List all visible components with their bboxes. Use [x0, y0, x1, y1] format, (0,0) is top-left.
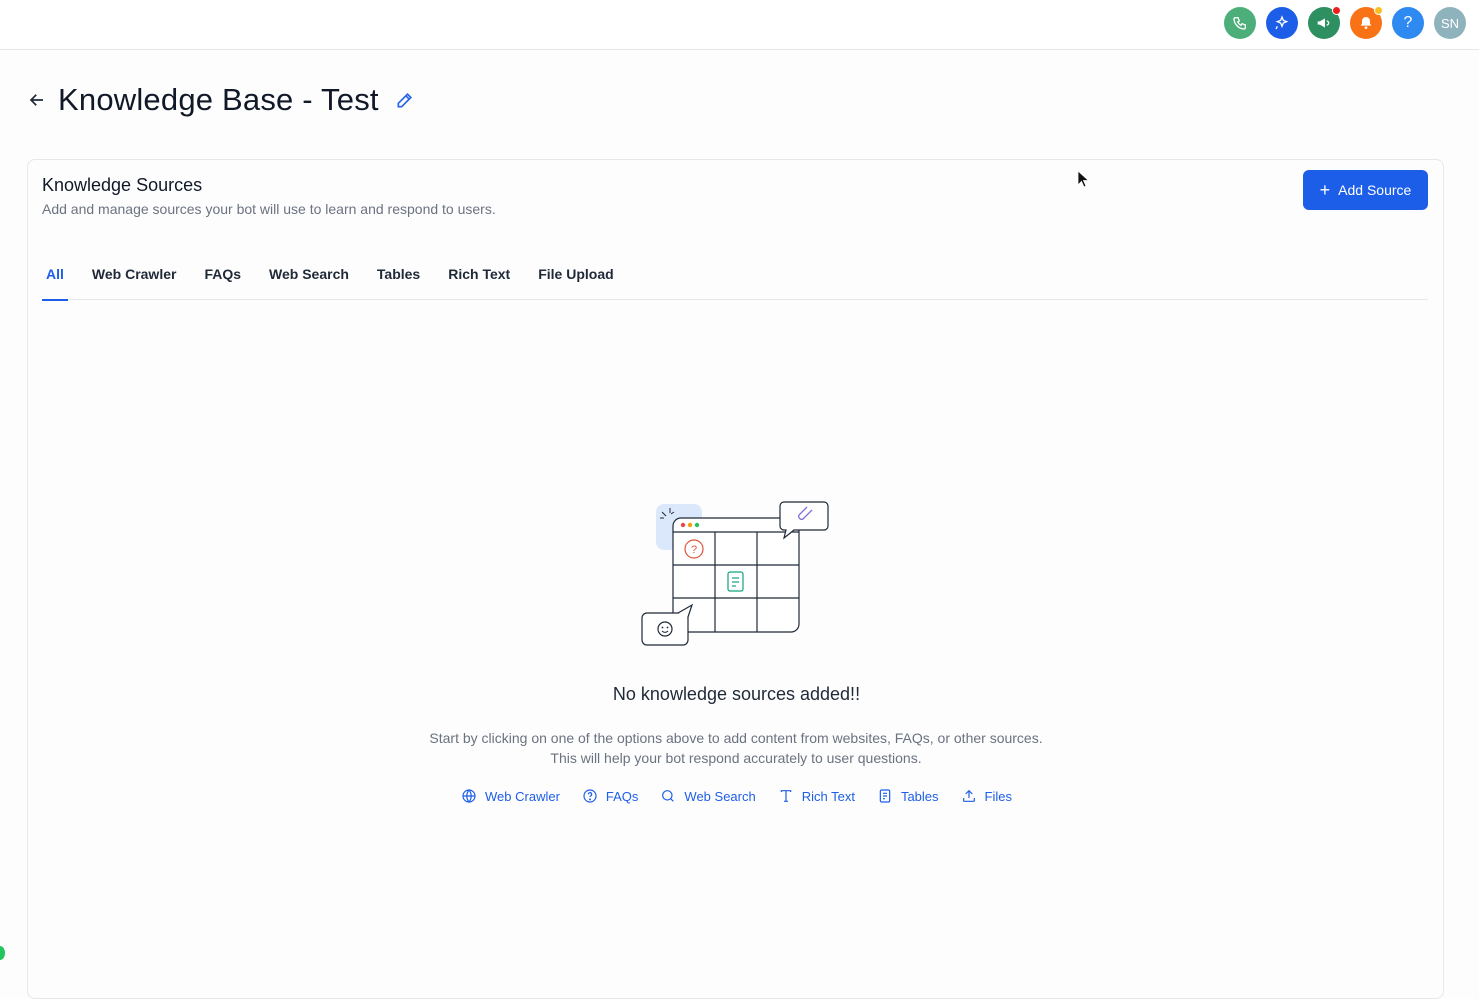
back-button[interactable]	[28, 91, 46, 109]
globe-icon	[462, 789, 476, 803]
top-bar: ? SN	[0, 0, 1479, 50]
quick-link-label: Web Crawler	[485, 788, 560, 804]
tab-file-upload[interactable]: File Upload	[524, 256, 627, 300]
quick-link-tables[interactable]: Tables	[877, 788, 939, 804]
ai-assistant-button[interactable]	[1266, 7, 1298, 39]
phone-icon	[1233, 17, 1246, 30]
arrow-left-icon	[29, 94, 43, 106]
tab-rich-text[interactable]: Rich Text	[434, 256, 524, 300]
upload-icon	[962, 789, 975, 802]
quick-link-files[interactable]: Files	[961, 788, 1012, 804]
knowledge-sources-card: Knowledge Sources Add and manage sources…	[27, 159, 1444, 999]
avatar[interactable]: SN	[1434, 7, 1466, 39]
quick-link-web-crawler[interactable]: Web Crawler	[461, 788, 560, 804]
text-icon	[780, 790, 791, 802]
card-subtitle: Add and manage sources your bot will use…	[42, 201, 496, 217]
source-tabs: All Web Crawler FAQs Web Search Tables R…	[42, 256, 1428, 301]
search-icon	[662, 790, 675, 802]
quick-link-faqs[interactable]: FAQs	[582, 788, 639, 804]
chat-widget-handle[interactable]	[0, 946, 5, 960]
page-title: Knowledge Base - Test	[58, 82, 379, 117]
notification-badge	[1374, 6, 1383, 15]
megaphone-icon	[1317, 18, 1330, 28]
tab-web-crawler[interactable]: Web Crawler	[78, 256, 191, 300]
plus-icon: +	[1319, 180, 1331, 200]
empty-state-illustration: ?	[641, 501, 829, 646]
quick-link-web-search[interactable]: Web Search	[660, 788, 756, 804]
tab-faqs[interactable]: FAQs	[190, 256, 255, 300]
quick-link-label: Rich Text	[801, 788, 855, 804]
edit-title-button[interactable]	[395, 89, 417, 111]
announcements-button[interactable]	[1308, 6, 1341, 39]
table-doc-icon	[879, 789, 891, 803]
tab-tables[interactable]: Tables	[363, 256, 434, 300]
pencil-icon	[397, 92, 412, 108]
svg-text:?: ?	[691, 544, 697, 556]
tab-all[interactable]: All	[42, 256, 68, 301]
card-title: Knowledge Sources	[42, 175, 203, 195]
quick-link-label: Web Search	[684, 788, 756, 804]
quick-link-rich-text[interactable]: Rich Text	[778, 788, 855, 804]
help-button[interactable]: ?	[1392, 7, 1424, 39]
mouse-cursor-icon	[1077, 170, 1089, 188]
add-source-label: Add Source	[1338, 182, 1412, 198]
notification-badge	[1332, 6, 1341, 15]
bell-icon	[1360, 17, 1372, 29]
phone-button[interactable]	[1224, 7, 1256, 39]
question-circle-icon	[583, 789, 597, 803]
empty-state-description: Start by clicking on one of the options …	[429, 730, 1043, 766]
quick-link-label: Tables	[900, 788, 939, 804]
quick-add-links: Web Crawler FAQs Web Search Rich Text Ta…	[28, 788, 1445, 804]
quick-link-label: Files	[984, 788, 1012, 804]
add-source-button[interactable]: + Add Source	[1303, 170, 1428, 210]
empty-state-title: No knowledge sources added!!	[612, 684, 861, 704]
quick-link-label: FAQs	[605, 788, 639, 804]
help-icon: ?	[1403, 14, 1413, 31]
page-header: Knowledge Base - Test	[28, 82, 417, 118]
tab-web-search[interactable]: Web Search	[255, 256, 363, 300]
notifications-button[interactable]	[1350, 6, 1383, 39]
sparkle-icon	[1275, 15, 1289, 30]
top-actions: ? SN	[1224, 6, 1466, 39]
